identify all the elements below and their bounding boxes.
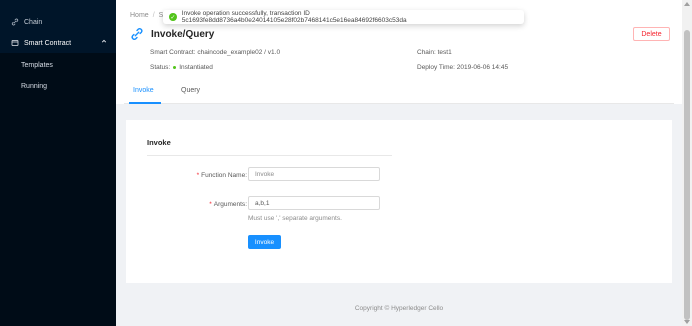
sidebar-item-running[interactable]: Running: [0, 76, 116, 96]
scroll-down-icon[interactable]: [684, 320, 690, 324]
sidebar-item-chain[interactable]: Chain: [0, 12, 116, 32]
active-tab-indicator: [129, 102, 161, 104]
chain-value: test1: [437, 49, 452, 56]
footer: Copyright © Hyperledger Cello: [116, 305, 682, 312]
arguments-input[interactable]: a,b,1: [248, 196, 380, 210]
arguments-hint: Must use ',' separate arguments.: [248, 215, 342, 222]
page-title: Invoke/Query: [151, 28, 215, 40]
invoke-submit-button[interactable]: Invoke: [248, 235, 281, 249]
info-chain: Chain: test1: [417, 49, 452, 56]
copyright-text: Copyright: [354, 305, 383, 312]
info-status: Status: Instantiated: [150, 64, 213, 71]
deploy-time-label: Deploy Time:: [417, 64, 455, 71]
sidebar-item-smart-contract[interactable]: Smart Contract: [0, 33, 116, 53]
deploy-time-value: 2019-06-06 14:45: [456, 64, 509, 71]
link-icon: [130, 27, 144, 41]
arguments-label-text: Arguments: [213, 201, 246, 208]
sidebar-item-label: Running: [21, 82, 48, 90]
status-label: Status:: [150, 64, 171, 71]
chain-label: Chain:: [417, 49, 436, 56]
main-content: Home/Sr Invoke/Query Delete Smart Contra…: [116, 0, 682, 326]
breadcrumb: Home/Sr: [130, 12, 166, 19]
status-badge: Instantiated: [179, 64, 213, 71]
required-mark: *: [209, 201, 212, 208]
card-title: Invoke: [147, 138, 171, 147]
delete-button[interactable]: Delete: [633, 27, 670, 41]
check-circle-icon: ✓: [169, 13, 177, 21]
scroll-up-icon[interactable]: [684, 2, 690, 6]
arguments-colon: :: [245, 201, 247, 208]
breadcrumb-home[interactable]: Home: [130, 12, 149, 19]
required-mark: *: [196, 172, 200, 179]
sidebar-item-label: Smart Contract: [24, 39, 72, 47]
scroll-thumb[interactable]: [684, 30, 690, 320]
info-smart-contract: Smart Contract: chaincode_example02 / v1…: [150, 49, 280, 56]
sidebar: Chain Smart Contract Templates Running: [0, 0, 116, 326]
title-row: Invoke/Query: [130, 27, 214, 41]
tabs: Invoke Query: [124, 83, 674, 104]
status-dot-icon: [173, 66, 177, 69]
function-name-label-text: Function Name: [201, 172, 246, 179]
info-deploy-time: Deploy Time: 2019-06-06 14:45: [417, 64, 508, 71]
divider: [147, 155, 392, 156]
footer-brand: Hyperledger Cello: [391, 305, 444, 312]
function-name-input[interactable]: Invoke: [248, 167, 380, 181]
tab-invoke[interactable]: Invoke: [133, 87, 154, 94]
tab-query[interactable]: Query: [181, 87, 200, 94]
invoke-card: Invoke * Function Name: Invoke * Arguments…: [126, 120, 672, 283]
sidebar-item-templates[interactable]: Templates: [0, 55, 116, 75]
function-name-colon: :: [245, 172, 247, 179]
sidebar-submenu: Templates Running: [0, 53, 116, 326]
sidebar-item-label: Chain: [24, 18, 43, 26]
notification-message: Invoke operation successfully, transacti…: [181, 10, 407, 24]
sidebar-item-label: Templates: [21, 61, 53, 69]
copyright-icon: ©: [384, 305, 390, 312]
function-name-label: * Function Name:: [147, 172, 247, 179]
breadcrumb-separator: /: [152, 12, 155, 19]
chevron-up-icon: [101, 38, 107, 46]
scrollbar[interactable]: [682, 0, 692, 326]
smart-contract-label: Smart Contract:: [150, 49, 196, 56]
link-icon: [9, 18, 21, 26]
contract-icon: [9, 39, 21, 47]
smart-contract-value: chaincode_example02 / v1.0: [197, 49, 281, 56]
arguments-label: * Arguments:: [147, 201, 247, 208]
success-notification: ✓ Invoke operation successfully, transac…: [163, 10, 524, 24]
